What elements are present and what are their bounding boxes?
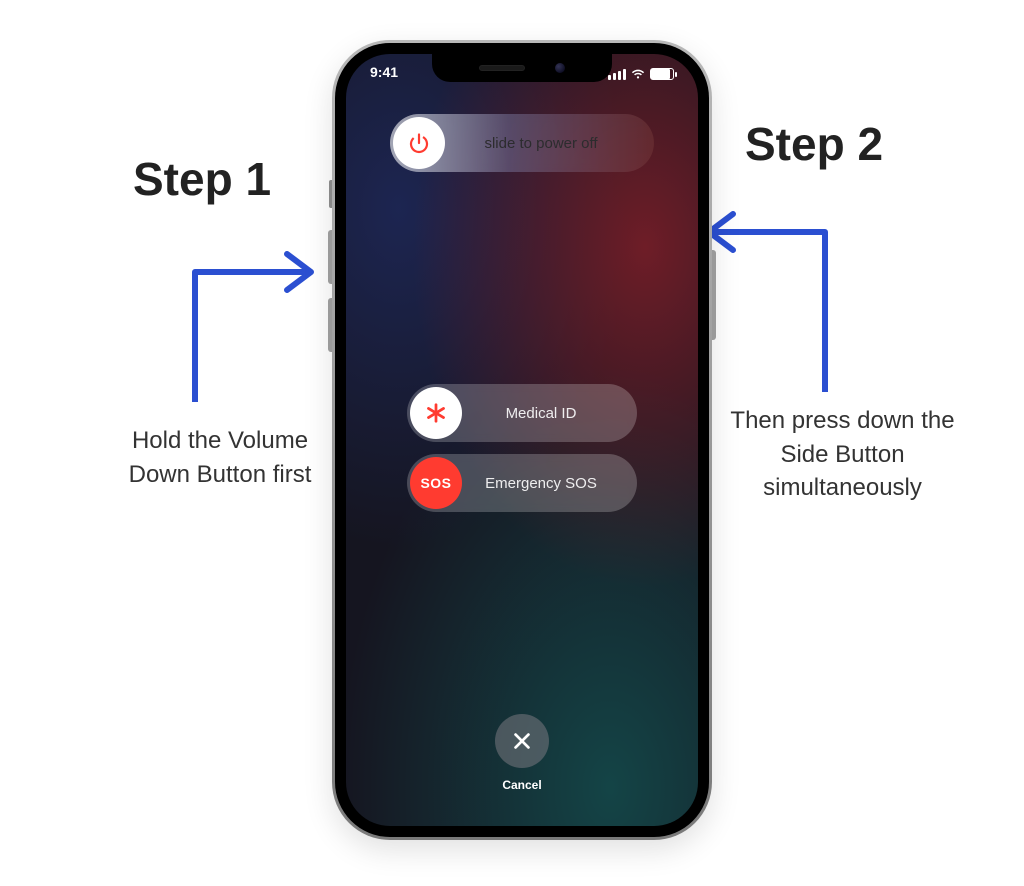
step1-heading: Step 1 xyxy=(133,152,271,206)
sos-icon: SOS xyxy=(420,475,451,491)
power-off-label: slide to power off xyxy=(448,135,654,152)
status-bar: 9:41 xyxy=(346,64,698,84)
step1-arrow-icon xyxy=(175,212,325,402)
step1-caption: Hold the Volume Down Button first xyxy=(115,424,325,491)
phone-screen: 9:41 slide to power off xyxy=(346,54,698,826)
cellular-icon xyxy=(608,69,626,80)
power-icon xyxy=(407,131,431,155)
close-icon xyxy=(511,730,533,752)
medical-id-knob[interactable] xyxy=(410,387,462,439)
cancel-label: Cancel xyxy=(502,778,541,792)
power-off-knob[interactable] xyxy=(393,117,445,169)
status-icons xyxy=(608,64,674,84)
medical-id-slider[interactable]: Medical ID xyxy=(407,384,637,442)
step2-arrow-icon xyxy=(695,172,845,392)
wifi-icon xyxy=(631,67,645,81)
asterisk-icon xyxy=(425,402,447,424)
step2-caption: Then press down the Side Button simultan… xyxy=(725,404,960,505)
emergency-sos-knob[interactable]: SOS xyxy=(410,457,462,509)
emergency-sos-slider[interactable]: SOS Emergency SOS xyxy=(407,454,637,512)
mute-switch[interactable] xyxy=(329,180,332,208)
status-time: 9:41 xyxy=(370,64,398,84)
phone-bezel: 9:41 slide to power off xyxy=(335,43,709,837)
power-off-slider[interactable]: slide to power off xyxy=(390,114,654,172)
volume-up-button[interactable] xyxy=(328,230,332,284)
cancel-button[interactable] xyxy=(495,714,549,768)
cancel-group: Cancel xyxy=(495,714,549,792)
iphone-frame: 9:41 slide to power off xyxy=(332,40,712,840)
medical-id-label: Medical ID xyxy=(465,405,637,422)
emergency-sos-label: Emergency SOS xyxy=(465,475,637,492)
step2-heading: Step 2 xyxy=(745,117,883,171)
side-button[interactable] xyxy=(712,250,716,340)
volume-down-button[interactable] xyxy=(328,298,332,352)
battery-icon xyxy=(650,68,674,80)
diagram-stage: Step 1 Hold the Volume Down Button first… xyxy=(0,0,1024,886)
